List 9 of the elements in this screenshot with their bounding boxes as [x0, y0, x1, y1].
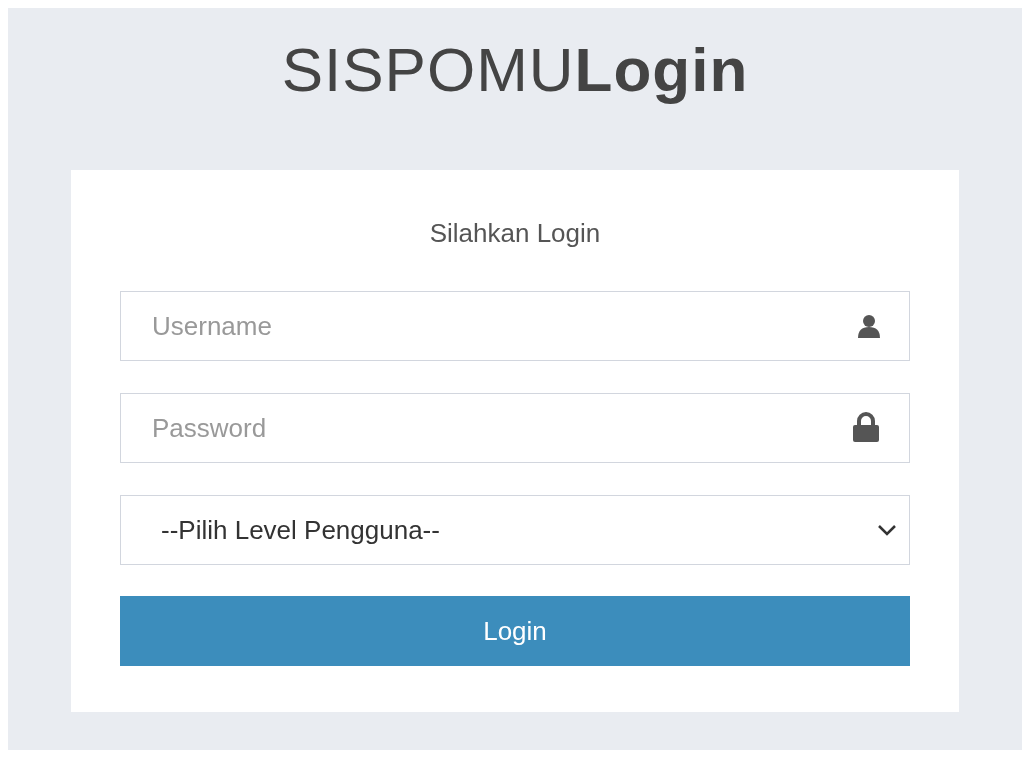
password-field[interactable]: Password — [120, 393, 910, 463]
level-select[interactable]: --Pilih Level Pengguna-- — [120, 495, 910, 565]
login-button[interactable]: Login — [120, 596, 910, 666]
username-field[interactable]: Username — [120, 291, 910, 361]
chevron-down-icon — [877, 524, 897, 536]
login-message: Silahkan Login — [429, 217, 601, 250]
lock-icon — [850, 412, 882, 442]
user-icon — [858, 314, 880, 338]
page-title: SISPOMULogin — [281, 34, 749, 106]
